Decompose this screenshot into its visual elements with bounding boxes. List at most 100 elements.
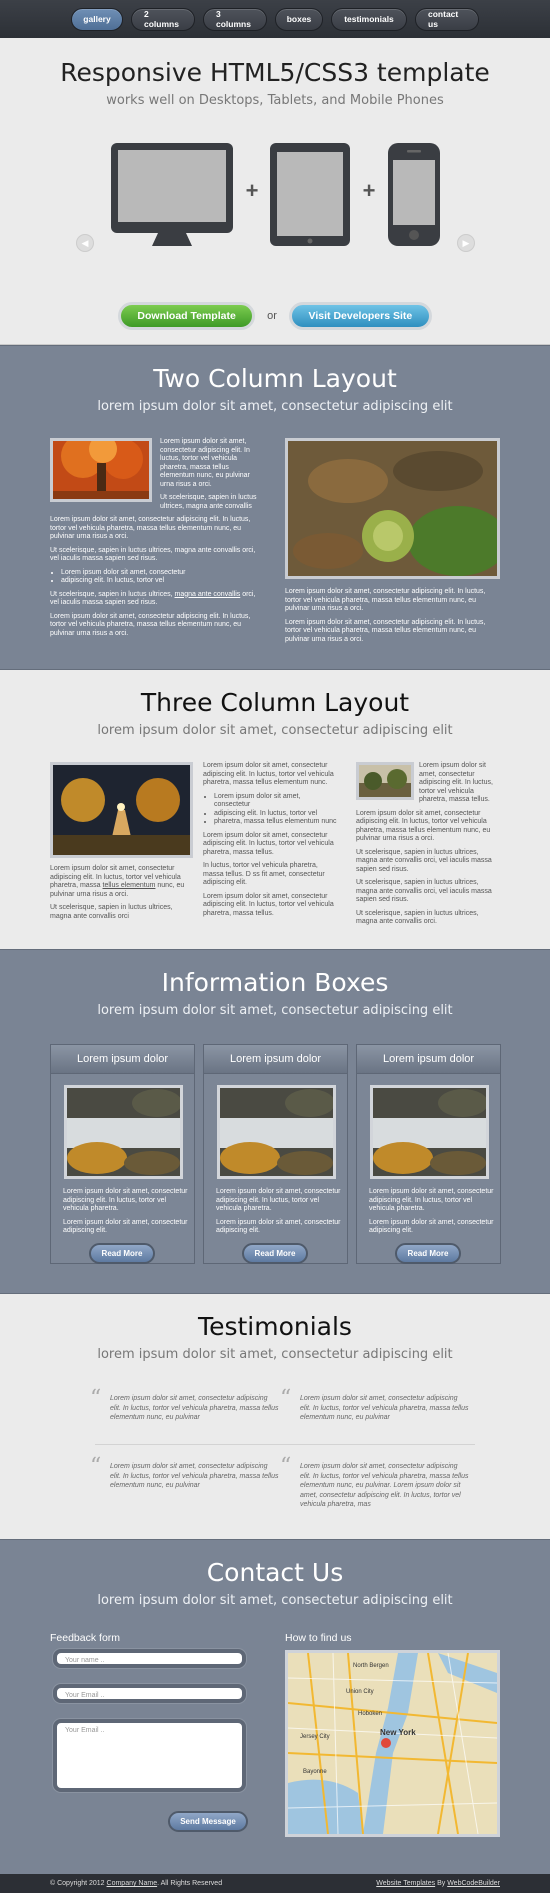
col3-paragraph-2: Lorem ipsum dolor sit amet, consectetur … xyxy=(356,809,491,843)
chestnut-photo xyxy=(285,438,500,579)
col2-paragraph-3: In luctus, tortor vel vehicula pharetra,… xyxy=(203,862,325,886)
right-paragraph-1: Lorem ipsum dolor sit amet, consectetur … xyxy=(285,588,486,612)
testimonial-divider xyxy=(95,1444,285,1445)
col2-list: Lorem ipsum dolor sit amet, consectetur … xyxy=(214,793,338,827)
waterfall-photo xyxy=(370,1085,489,1179)
col2-paragraph-4: Lorem ipsum dolor sit amet, consectetur … xyxy=(203,892,334,917)
two-column-right-text: Lorem ipsum dolor sit amet, consectetur … xyxy=(285,588,500,649)
desktop-monitor-icon xyxy=(111,143,233,246)
nav-gallery[interactable]: gallery xyxy=(71,7,123,31)
read-more-button[interactable]: Read More xyxy=(89,1243,155,1264)
info-box-heading: Lorem ipsum dolor xyxy=(204,1045,347,1074)
nav-boxes[interactable]: boxes xyxy=(275,7,323,31)
testimonial-text: Lorem ipsum dolor sit amet, consectetur … xyxy=(110,1463,279,1489)
info-box-3: Lorem ipsum dolor Lorem ipsum dolor sit … xyxy=(356,1044,501,1264)
info-box-heading: Lorem ipsum dolor xyxy=(357,1045,500,1074)
three-column-subtitle: lorem ipsum dolor sit amet, consectetur … xyxy=(97,723,453,738)
location-map[interactable]: North Bergen Union City Hoboken Jersey C… xyxy=(285,1650,500,1837)
company-name-link[interactable]: Company Name xyxy=(107,1880,158,1887)
nav-2-columns[interactable]: 2 columns xyxy=(131,7,195,31)
waterfall-image xyxy=(220,1088,333,1176)
testimonial-text: Lorem ipsum dolor sit amet, consectetur … xyxy=(300,1395,469,1421)
chestnut-image xyxy=(288,441,497,576)
nav-3-columns[interactable]: 3 columns xyxy=(203,7,267,31)
testimonial-quote-4: “ Lorem ipsum dolor sit amet, consectetu… xyxy=(280,1454,470,1510)
two-column-section: Two Column Layout lorem ipsum dolor sit … xyxy=(0,345,550,670)
testimonial-text: Lorem ipsum dolor sit amet, consectetur … xyxy=(110,1395,279,1421)
map-title: How to find us xyxy=(285,1632,352,1644)
testimonial-quote-3: “ Lorem ipsum dolor sit amet, consectetu… xyxy=(90,1454,280,1491)
carousel-prev-arrow-icon[interactable]: ◀ xyxy=(76,234,94,252)
hero-subtitle: works well on Desktops, Tablets, and Mob… xyxy=(106,93,444,108)
inline-link[interactable]: tellus elementum xyxy=(103,882,156,889)
col3-paragraph-3: Ut scelerisque, sapien in luctus ultrice… xyxy=(356,848,492,873)
plus-sign-1: + xyxy=(246,178,259,203)
map-label-new-york: New York xyxy=(380,1728,416,1737)
testimonial-quote-1: “ Lorem ipsum dolor sit amet, consectetu… xyxy=(90,1386,280,1423)
read-more-button[interactable]: Read More xyxy=(242,1243,308,1264)
night-garden-photo xyxy=(50,762,193,858)
list-item: adipiscing elit. In luctus, tortor vel xyxy=(214,810,338,819)
list-item: Lorem ipsum dolor sit amet, consectetur xyxy=(214,793,338,810)
two-column-title: Two Column Layout xyxy=(153,364,397,393)
three-column-col1-text: Lorem ipsum dolor sit amet, consectetur … xyxy=(50,865,195,926)
info-box-2: Lorem ipsum dolor Lorem ipsum dolor sit … xyxy=(203,1044,348,1264)
map-image: North Bergen Union City Hoboken Jersey C… xyxy=(288,1653,497,1834)
map-label-bayonne: Bayonne xyxy=(303,1769,327,1775)
carousel-next-arrow-icon[interactable]: ▶ xyxy=(457,234,475,252)
footer: © Copyright 2012 Company Name. All Right… xyxy=(0,1874,550,1893)
nav-testimonials[interactable]: testimonials xyxy=(331,7,407,31)
two-column-subtitle: lorem ipsum dolor sit amet, consectetur … xyxy=(97,399,453,414)
website-templates-link[interactable]: Website Templates xyxy=(376,1880,435,1887)
footer-credits: Website Templates By WebCodeBuilder xyxy=(376,1880,500,1887)
quote-mark-icon: “ xyxy=(280,1386,292,1411)
waterfall-photo xyxy=(217,1085,336,1179)
email-input[interactable]: Your Email .. xyxy=(53,1684,246,1703)
testimonials-subtitle: lorem ipsum dolor sit amet, consectetur … xyxy=(97,1347,453,1362)
list-item: Lorem ipsum dolor sit amet, consectetur xyxy=(61,569,265,578)
col3-paragraph-1: Lorem ipsum dolor sit amet, consectetur … xyxy=(419,762,493,803)
footer-copyright: © Copyright 2012 Company Name. All Right… xyxy=(50,1880,223,1887)
read-more-button[interactable]: Read More xyxy=(395,1243,461,1264)
contact-title: Contact Us xyxy=(206,1558,344,1587)
nav-contact-us[interactable]: contact us xyxy=(415,7,479,31)
inline-link[interactable]: magna ante convallis xyxy=(175,591,241,598)
quote-mark-icon: “ xyxy=(90,1454,102,1479)
hero-title: Responsive HTML5/CSS3 template xyxy=(60,58,490,87)
night-garden-image xyxy=(53,765,190,855)
send-message-button[interactable]: Send Message xyxy=(168,1811,248,1832)
info-boxes-title: Information Boxes xyxy=(161,968,389,997)
map-label-hoboken: Hoboken xyxy=(358,1711,382,1717)
three-column-col2-text: Lorem ipsum dolor sit amet, consectetur … xyxy=(203,762,338,923)
info-box-text: Lorem ipsum dolor sit amet, consectetur … xyxy=(63,1188,188,1234)
webcodebuilder-link[interactable]: WebCodeBuilder xyxy=(447,1880,500,1887)
waterfall-image xyxy=(373,1088,486,1176)
info-box-1: Lorem ipsum dolor Lorem ipsum dolor sit … xyxy=(50,1044,195,1264)
hero-buttons: Download Template or Visit Developers Si… xyxy=(0,302,550,330)
right-paragraph-2: Lorem ipsum dolor sit amet, consectetur … xyxy=(285,618,486,643)
name-input[interactable]: Your name .. xyxy=(53,1649,246,1668)
info-box-text: Lorem ipsum dolor sit amet, consectetur … xyxy=(369,1188,494,1234)
plus-sign-2: + xyxy=(363,178,376,203)
message-textarea[interactable]: Your Email .. xyxy=(53,1719,246,1792)
testimonial-divider xyxy=(285,1444,475,1445)
col3-paragraph-5: Ut scelerisque, sapien in luctus ultrice… xyxy=(356,909,479,926)
col3-paragraph-4: Ut scelerisque, sapien in luctus ultrice… xyxy=(356,879,492,903)
info-box-heading: Lorem ipsum dolor xyxy=(51,1045,194,1074)
col1-paragraph-2: Ut scelerisque, sapien in luctus ultrice… xyxy=(50,904,173,920)
or-label: or xyxy=(267,310,277,322)
map-label-union-city: Union City xyxy=(346,1689,374,1695)
info-box-text: Lorem ipsum dolor sit amet, consectetur … xyxy=(216,1188,341,1234)
waterfall-image xyxy=(67,1088,180,1176)
list-item: pharetra, massa tellus elementum nunc xyxy=(214,818,338,827)
information-boxes-section: Information Boxes lorem ipsum dolor sit … xyxy=(0,949,550,1294)
left-paragraph-1: Lorem ipsum dolor sit amet, consectetur … xyxy=(160,438,250,488)
download-template-button[interactable]: Download Template xyxy=(118,302,256,330)
visit-developers-button[interactable]: Visit Developers Site xyxy=(288,302,432,330)
col2-paragraph-1: Lorem ipsum dolor sit amet, consectetur … xyxy=(203,762,334,786)
phone-icon xyxy=(388,143,440,246)
testimonial-text: Lorem ipsum dolor sit amet, consectetur … xyxy=(300,1463,469,1508)
left-paragraph-5: Ut scelerisque, sapien in luctus ultrice… xyxy=(50,590,256,607)
three-column-section: Three Column Layout lorem ipsum dolor si… xyxy=(0,670,550,949)
map-label-jersey-city: Jersey City xyxy=(300,1734,330,1740)
